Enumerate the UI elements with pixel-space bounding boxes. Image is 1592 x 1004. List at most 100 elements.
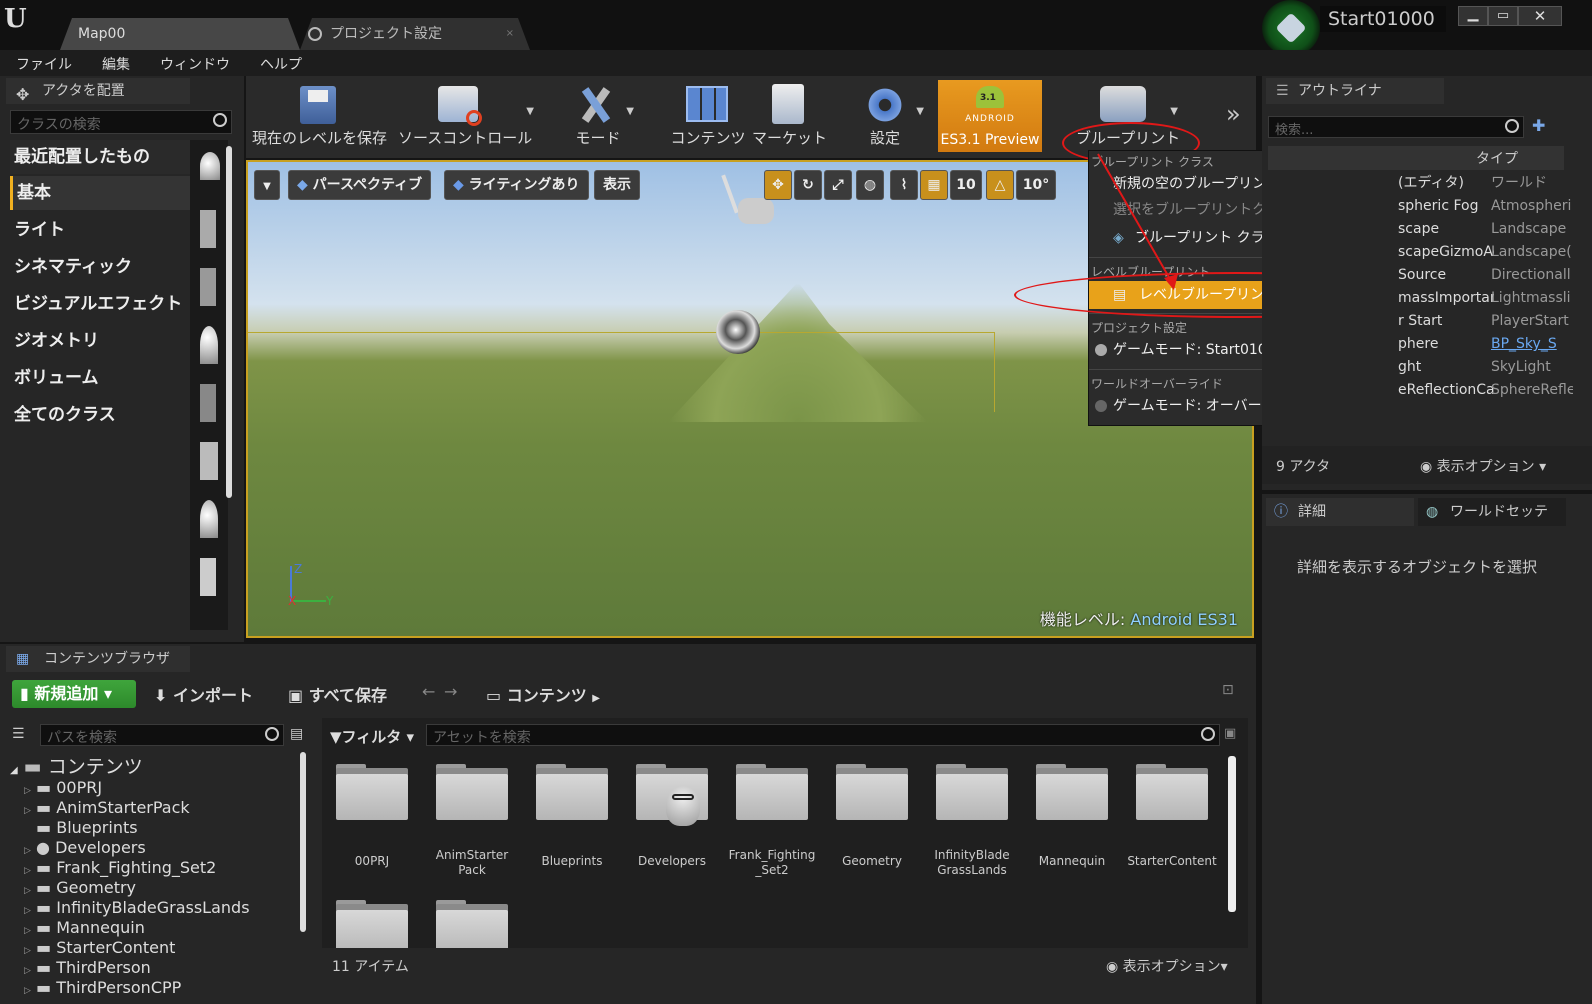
tree-item[interactable]: ▷ ▬ ThirdPersonCPP xyxy=(24,978,181,998)
tree-item[interactable]: ▷ ▬ InfinityBladeGrassLands xyxy=(24,898,250,918)
actor-thumb-icon[interactable] xyxy=(200,500,218,538)
actor-thumb-icon[interactable] xyxy=(200,268,216,306)
content-button[interactable]: コンテンツ xyxy=(670,80,746,152)
actor-thumb-icon[interactable] xyxy=(200,210,216,248)
category-volumes[interactable]: ボリューム xyxy=(10,361,190,395)
class-search-input[interactable]: クラスの検索 xyxy=(10,110,232,134)
sphere-reflection-capture-icon[interactable] xyxy=(716,310,760,354)
translate-tool-button[interactable]: ✥ xyxy=(764,170,792,200)
dropdown-arrow-icon[interactable]: ▼ xyxy=(1170,106,1178,117)
save-search-icon[interactable]: ▣ xyxy=(1224,726,1236,741)
outliner-row[interactable]: massImportan Lightmassli xyxy=(1268,287,1578,310)
grid-size-dropdown[interactable]: 10 xyxy=(950,170,982,200)
close-tab-icon[interactable]: × xyxy=(506,18,514,50)
category-all-classes[interactable]: 全てのクラス xyxy=(10,398,190,432)
place-actors-tab[interactable]: ✥ アクタを配置 xyxy=(6,78,190,104)
outliner-row[interactable]: spheric Fog Atmospheri xyxy=(1268,195,1578,218)
outliner-row[interactable]: ght SkyLight xyxy=(1268,356,1578,379)
tree-root-item[interactable]: ◢ ▬ コンテンツ xyxy=(10,752,143,778)
content-browser-tab[interactable]: ▦ コンテンツブラウザ xyxy=(6,646,190,672)
modes-button[interactable]: モード ▼ xyxy=(566,80,634,152)
path-breadcrumb[interactable]: ▭ コンテンツ ▶ xyxy=(486,682,600,706)
minimize-button[interactable]: ▁ xyxy=(1458,6,1488,26)
tab-project-settings[interactable]: プロジェクト設定 × xyxy=(300,18,530,50)
category-cinematic[interactable]: シネマティック xyxy=(10,250,190,284)
path-search-input[interactable]: パスを検索 xyxy=(40,724,284,746)
dropdown-arrow-icon[interactable]: ▼ xyxy=(916,106,924,117)
menu-file[interactable]: ファイル xyxy=(0,50,86,74)
rotate-tool-button[interactable]: ↻ xyxy=(794,170,822,200)
path-view-options-icon[interactable]: ▤ xyxy=(290,726,303,742)
category-lights[interactable]: ライト xyxy=(10,213,190,247)
menu-window[interactable]: ウィンドウ xyxy=(144,50,244,74)
show-button[interactable]: 表示 xyxy=(594,170,640,200)
asset-view-options[interactable]: ◉ 表示オプション▾ xyxy=(1106,956,1228,976)
toolbar-overflow-icon[interactable]: » xyxy=(1226,100,1241,128)
dropdown-arrow-icon[interactable]: ▼ xyxy=(626,106,634,117)
folder-tile[interactable] xyxy=(532,764,612,824)
menu-edit[interactable]: 編集 xyxy=(86,50,144,74)
folder-tile[interactable] xyxy=(332,764,412,824)
tree-item[interactable]: ▷ ▬ ThirdPerson xyxy=(24,958,151,978)
folder-tile[interactable] xyxy=(432,900,512,948)
rotation-snap-dropdown[interactable]: 10° xyxy=(1016,170,1056,200)
actor-thumb-icon[interactable] xyxy=(200,326,218,364)
rotation-snap-button[interactable]: △ xyxy=(986,170,1014,200)
details-tab[interactable]: ⓘ 詳細 xyxy=(1266,498,1414,526)
close-button[interactable]: ✕ xyxy=(1518,6,1562,26)
folder-tile[interactable] xyxy=(1032,764,1112,824)
outliner-row[interactable]: (エディタ) ワールド xyxy=(1268,172,1578,195)
category-recent[interactable]: 最近配置したもの xyxy=(10,140,190,174)
es31-preview-button[interactable]: 3.1 ANDROID ES3.1 Preview xyxy=(938,80,1042,152)
menu-help[interactable]: ヘルプ xyxy=(244,50,316,74)
settings-button[interactable]: 設定 ▼ xyxy=(858,80,924,152)
tree-item[interactable]: ▷ ▬ AnimStarterPack xyxy=(24,798,190,818)
actor-thumb-icon[interactable] xyxy=(200,442,218,480)
outliner-row[interactable]: r Start PlayerStart xyxy=(1268,310,1578,333)
category-geometry[interactable]: ジオメトリ xyxy=(10,324,190,358)
actors-scrollbar[interactable] xyxy=(226,146,232,498)
history-back-icon[interactable]: ← xyxy=(422,682,435,701)
perspective-button[interactable]: ◆ パースペクティブ xyxy=(288,170,432,200)
tree-item[interactable]: ▷ ▬ 00PRJ xyxy=(24,778,102,798)
grid-snap-button[interactable]: ▦ xyxy=(920,170,948,200)
outliner-search-input[interactable]: 検索... xyxy=(1268,116,1524,138)
outliner-view-options[interactable]: ◉ 表示オプション ▾ xyxy=(1420,456,1546,476)
outliner-row[interactable]: eReflectionCa SphereRefle xyxy=(1268,379,1578,402)
tree-item[interactable]: ▷ ▬ StarterContent xyxy=(24,938,175,958)
asset-search-input[interactable]: アセットを検索 xyxy=(426,724,1220,746)
filters-button[interactable]: ▼フィルタ ▾ xyxy=(330,726,414,747)
outliner-row[interactable]: scape Landscape xyxy=(1268,218,1578,241)
folder-tile[interactable] xyxy=(432,764,512,824)
lock-icon[interactable]: ⊡ xyxy=(1222,682,1234,698)
tree-item[interactable]: ▷ ▬ Frank_Fighting_Set2 xyxy=(24,858,216,878)
tree-scrollbar[interactable] xyxy=(300,752,306,932)
world-settings-tab[interactable]: ◍ ワールドセッテ xyxy=(1418,498,1566,526)
surface-snap-button[interactable]: ⌇ xyxy=(890,170,918,200)
maximize-button[interactable]: ▭ xyxy=(1488,6,1518,26)
folder-tile[interactable] xyxy=(632,764,712,826)
folder-tile[interactable] xyxy=(332,900,412,948)
folder-tile[interactable] xyxy=(832,764,912,824)
actor-thumb-icon[interactable] xyxy=(200,558,216,596)
history-forward-icon[interactable]: → xyxy=(444,682,457,701)
category-visual-effects[interactable]: ビジュアルエフェクト xyxy=(10,287,190,321)
actor-thumb-icon[interactable] xyxy=(200,152,220,180)
tree-item[interactable]: ▷ ▬ Geometry xyxy=(24,878,136,898)
folder-tile[interactable] xyxy=(732,764,812,824)
outliner-tab[interactable]: ☰ アウトライナ xyxy=(1266,78,1444,104)
folder-tile[interactable] xyxy=(1132,764,1212,824)
source-control-button[interactable]: ソースコントロール ▼ xyxy=(398,80,534,152)
import-button[interactable]: ⬇ インポート xyxy=(154,682,253,706)
viewport-options-button[interactable]: ▼ xyxy=(254,170,280,200)
folder-tile[interactable] xyxy=(932,764,1012,824)
dropdown-arrow-icon[interactable]: ▼ xyxy=(526,106,534,117)
lighting-mode-button[interactable]: ◆ ライティングあり xyxy=(444,170,589,200)
world-space-button[interactable]: ◍ xyxy=(856,170,884,200)
tab-map[interactable]: Map00 xyxy=(60,18,300,50)
category-basic[interactable]: 基本 xyxy=(10,176,190,210)
marketplace-button[interactable]: マーケット xyxy=(752,80,827,152)
scale-tool-button[interactable]: ⤢ xyxy=(824,170,852,200)
outliner-row[interactable]: scapeGizmoAc Landscape( xyxy=(1268,241,1578,264)
save-level-button[interactable]: 現在のレベルを保存 xyxy=(252,80,387,152)
